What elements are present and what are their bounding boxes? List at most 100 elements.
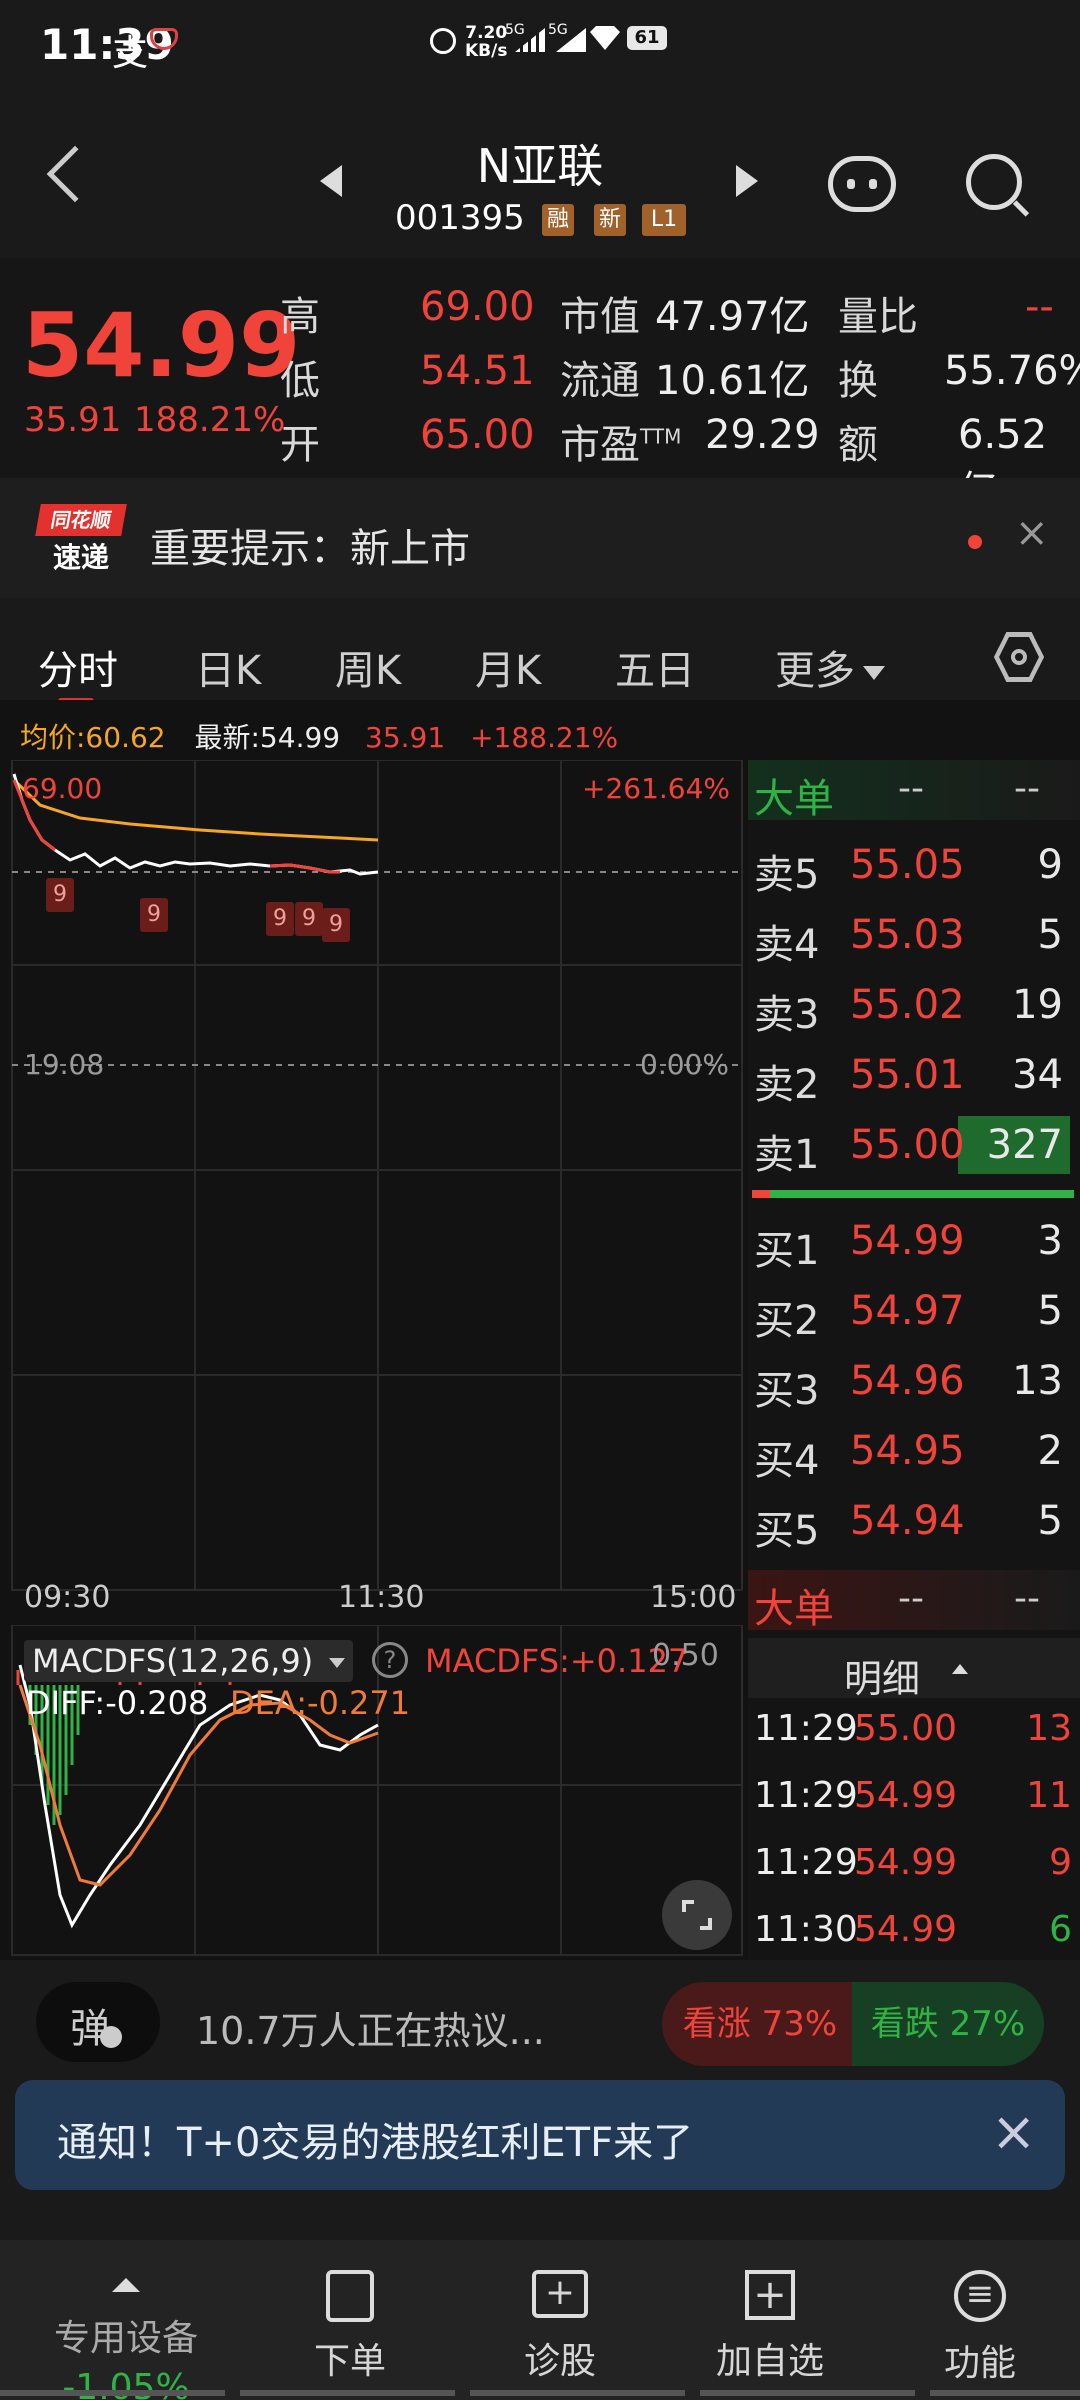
discussion-count[interactable]: 10.7万人正在热议... [196,2000,545,2055]
bid-price: 54.97 [850,1288,965,1334]
bull-vote-button[interactable]: 看涨 73% [662,1982,858,2066]
ask-price: 55.02 [850,982,965,1028]
tab-monthly-k[interactable]: 月K [475,638,541,696]
bid-label: 买2 [754,1298,820,1344]
chart-marker[interactable]: 9 [140,898,168,932]
nav-functions[interactable]: ≡ 功能 [900,2270,1060,2386]
close-icon[interactable]: × [991,2100,1036,2163]
bid-row-3[interactable]: 买3 54.96 13 [748,1358,1080,1418]
tab-more[interactable]: 更多 [775,638,885,696]
ask-row-5[interactable]: 卖5 55.05 9 [748,842,1080,902]
alarm-icon [430,28,456,54]
big-order-dash-4: -- [1014,1578,1040,1619]
ask-volume: 9 [1037,842,1063,888]
macd-selector[interactable]: MACDFS(12,26,9) [24,1640,354,1682]
price-change-pct: 188.21% [134,400,286,440]
bid-volume: 3 [1037,1218,1063,1264]
menu-icon: ≡ [954,2270,1006,2322]
nav-order-label: 下单 [313,2341,386,2382]
back-icon[interactable] [46,145,104,203]
stat-label-high: 高 [280,294,320,340]
badge-new: 新 [594,204,626,236]
important-notice[interactable]: 同花顺 速递 重要提示：新上市 × [0,478,1080,598]
ask-label: 卖2 [754,1062,820,1108]
bid-ask-ratio-bar [752,1190,1074,1198]
app-icon [150,28,178,50]
caret-up-icon [112,2278,140,2292]
bear-vote-button[interactable]: 看跌 27% [852,1982,1044,2066]
nav-diagnose[interactable]: + 诊股 [480,2270,640,2384]
trade-price: 54.99 [854,1842,958,1883]
ask-row-3[interactable]: 卖3 55.02 19 [748,982,1080,1042]
notice-dot [968,535,982,549]
stat-value-high: 69.00 [420,284,535,330]
chart-tabs: 分时 日K 周K 月K 五日 更多 [0,608,1080,708]
bid-row-4[interactable]: 买4 54.95 2 [748,1428,1080,1488]
help-icon[interactable]: ? [372,1642,408,1678]
trade-volume: 11 [1026,1775,1072,1816]
add-icon: + [745,2270,795,2320]
badge-level: L1 [642,204,686,236]
top-pct-label: +261.64% [582,772,731,805]
chart-marker[interactable]: 9 [46,878,74,912]
trade-time: 11:29 [754,1842,858,1883]
diff-value: DIFF:-0.208 [26,1684,209,1722]
robot-icon[interactable] [828,156,896,212]
sim2-label: 5G [548,22,568,38]
ask-row-2[interactable]: 卖2 55.01 34 [748,1052,1080,1112]
fullscreen-icon[interactable] [662,1880,732,1950]
bid-row-1[interactable]: 买1 54.99 3 [748,1218,1080,1278]
caret-down-icon [329,1658,346,1668]
big-order-header-2[interactable]: 大单 -- -- [748,1570,1080,1632]
chart-marker[interactable]: 9 [295,902,323,936]
alipay-icon: 支 [112,33,149,74]
ask-row-4[interactable]: 卖4 55.03 5 [748,912,1080,972]
trade-price: 54.99 [854,1909,958,1950]
net-speed: 7.20 KB/s [465,23,508,61]
close-icon[interactable]: × [1015,510,1049,556]
quote-panel: 54.99 35.91 188.21% 高 69.00 低 54.51 开 65… [0,258,1080,514]
chart-marker[interactable]: 9 [266,902,294,936]
next-stock-icon[interactable] [736,165,758,197]
danmu-toggle[interactable]: 弹 [36,1982,160,2062]
chart-marker[interactable]: 9 [322,908,350,942]
ask-price: 55.03 [850,912,965,958]
prev-stock-icon[interactable] [320,165,342,197]
tab-daily-k[interactable]: 日K [195,638,261,696]
trade-row: 11:29 54.99 9 [748,1842,1080,1902]
current-price: 54.99 [22,294,301,397]
stat-label-turnover: 换 [838,358,878,404]
big-order-header[interactable]: 大单 -- -- [748,760,1080,822]
trade-row: 11:30 54.99 6 [748,1909,1080,1959]
bottom-nav: 专用设备 -1.05% 下单 + 诊股 + 加自选 ≡ 功能 [0,2240,1080,2400]
ask-label: 卖5 [754,852,820,898]
bid-price: 54.94 [850,1498,965,1544]
detail-tab[interactable]: 明细 [748,1638,1080,1701]
discussion-bar: 弹 10.7万人正在热议... 看涨 73% 看跌 27% [0,1960,1080,2080]
tab-weekly-k[interactable]: 周K [335,638,401,696]
nav-order[interactable]: 下单 [270,2270,430,2384]
trade-row: 11:29 55.00 13 [748,1708,1080,1768]
bid-volume: 2 [1037,1428,1063,1474]
chart-area: 均价:60.62 最新:54.99 35.91 +188.21% 69.00 +… [0,700,1080,1960]
stat-value-open: 65.00 [420,412,535,458]
bid-price: 54.96 [850,1358,965,1404]
notice-text: 重要提示：新上市 [150,526,470,572]
trade-volume: 13 [1026,1708,1072,1749]
tab-intraday[interactable]: 分时 [38,638,118,696]
nav-sector[interactable]: 专用设备 -1.05% [22,2260,230,2400]
bid-label: 买3 [754,1368,820,1414]
tab-five-day[interactable]: 五日 [615,638,695,696]
caret-down-icon [863,666,885,680]
ask-price: 55.01 [850,1052,965,1098]
trade-price: 55.00 [854,1708,958,1749]
nav-diagnose-label: 诊股 [523,2341,596,2382]
trade-time: 11:29 [754,1775,858,1816]
ask-row-1[interactable]: 卖1 55.00 327 [748,1116,1080,1182]
notification-banner[interactable]: 通知！T+0交易的港股红利ETF来了 × [15,2080,1065,2190]
bid-row-5[interactable]: 买5 54.94 5 [748,1498,1080,1558]
nav-add-watchlist[interactable]: + 加自选 [690,2270,850,2384]
bid-row-2[interactable]: 买2 54.97 5 [748,1288,1080,1348]
ask-volume: 327 [986,1122,1063,1168]
mid-price-label: 19.08 [24,1048,105,1081]
